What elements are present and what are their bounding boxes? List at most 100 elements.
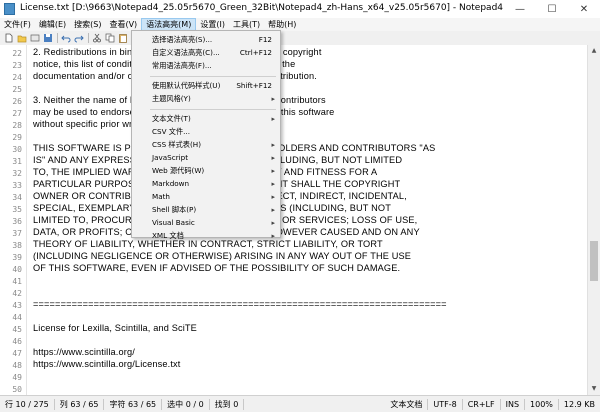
line-text: (INCLUDING NEGLIGENCE OR OTHERWISE) ARIS… [33,251,412,261]
undo-icon[interactable] [61,33,71,43]
dropdown-menu-item[interactable]: 文本文件(T) ▸ [132,113,280,125]
menu-item-shortcut: F12 [258,35,272,44]
menu-item-label: XML 文档 [152,231,184,240]
dropdown-menu-item[interactable]: Markdown ▸ [132,178,280,190]
new-file-icon[interactable] [4,33,14,43]
line-number: 45 [12,325,22,334]
menu-item-label: Markdown [152,179,190,188]
menu-item-label: JavaScript [152,153,189,162]
menu-item-label: Math [152,192,170,201]
submenu-arrow-icon: ▸ [271,115,275,123]
dropdown-menu-item[interactable]: Visual Basic ▸ [132,217,280,229]
menu-search[interactable]: 搜索(S) [70,18,105,31]
redo-icon[interactable] [74,33,84,43]
submenu-arrow-icon: ▸ [271,95,275,103]
submenu-arrow-icon: ▸ [271,193,275,201]
text-line: 32TO, THE IMPLIED WARRANTIES OF MERCHANT… [0,167,590,179]
dropdown-menu-item[interactable]: 选择语法高亮(S)... F12 [132,34,280,46]
text-line: 38 THEORY OF LIABILITY, WHETHER IN CONTRA… [0,239,590,251]
text-line: 47 https://www.scintilla.org/ [0,347,590,359]
menu-item-label: Shell 脚本(P) [152,205,197,214]
text-line: 31IS" AND ANY EXPRESS OR IMPLIED WARRANT… [0,155,590,167]
line-number: 40 [12,265,22,274]
menu-item-label: 文本文件(T) [152,114,191,123]
menu-item-label: 常用语法高亮(F)... [152,61,212,70]
save-icon[interactable] [43,33,53,43]
dropdown-menu-item[interactable]: Web 源代码(W) ▸ [132,165,280,177]
text-line: 40 OF THIS SOFTWARE, EVEN IF ADVISED OF T… [0,263,590,275]
status-encoding[interactable]: UTF-8 [428,398,463,410]
submenu-arrow-icon: ▸ [271,206,275,214]
dropdown-menu-item[interactable]: 主题风格(Y) ▸ [132,93,280,105]
text-line: 34OWNER OR CONTRIBUTORS BE LIABLE FOR AN… [0,191,590,203]
menu-bar: 文件(F) 编辑(E) 搜索(S) 查看(V) 语法高亮(M) 设置(I) 工具… [0,18,600,31]
status-zoom[interactable]: 100% [525,398,559,410]
text-line: 36LIMITED TO, PROCUREMENT OF SUBSTITUTE … [0,215,590,227]
dropdown-menu-item[interactable]: Math ▸ [132,191,280,203]
dropdown-menu-item[interactable]: 常用语法高亮(F)... [132,60,280,72]
copy-icon[interactable] [105,33,115,43]
dropdown-menu-item[interactable]: 使用默认代码样式(U) Shift+F12 [132,80,280,92]
line-number: 41 [12,277,22,286]
dropdown-menu-item[interactable]: JavaScript ▸ [132,152,280,164]
text-line: 29 [0,131,590,143]
status-eol[interactable]: CR+LF [463,398,501,410]
paste-icon[interactable] [118,33,128,43]
menu-item-label: 自定义语法高亮(C)... [152,48,220,57]
line-number: 49 [12,373,22,382]
dropdown-menu-item[interactable]: XML 文档 ▸ [132,230,280,242]
dropdown-menu-item[interactable]: CSS 样式表(H) ▸ [132,139,280,151]
toolbar [0,31,600,46]
scroll-down-arrow-icon[interactable]: ▼ [588,383,600,395]
text-line: 35SPECIAL, EXEMPLARY, OR CONSEQUENTIAL D… [0,203,590,215]
text-line: 28 without specific prior written permiss… [0,119,590,131]
editor-area[interactable]: 222. Redistributions in binary form must… [0,45,600,395]
text-line: 33PARTICULAR PURPOSE ARE DISCLAIMED. IN … [0,179,590,191]
submenu-arrow-icon: ▸ [271,180,275,188]
submenu-arrow-icon: ▸ [271,154,275,162]
text-line: 24documentation and/or other materials p… [0,71,590,83]
scroll-up-arrow-icon[interactable]: ▲ [588,45,600,57]
minimize-button[interactable]: — [504,0,536,18]
cut-icon[interactable] [92,33,102,43]
dropdown-menu-item[interactable]: Shell 脚本(P) ▸ [132,204,280,216]
dropdown-menu-item[interactable]: 自定义语法高亮(C)... Ctrl+F12 [132,47,280,59]
line-number: 39 [12,253,22,262]
line-number: 22 [12,49,22,58]
scrollbar-thumb[interactable] [590,241,598,281]
dropdown-menu-item[interactable]: CSV 文件... [132,126,280,138]
vertical-scrollbar[interactable]: ▲ ▼ [587,45,600,395]
maximize-button[interactable]: ☐ [536,0,568,18]
line-number: 42 [12,289,22,298]
line-number: 33 [12,181,22,190]
line-number: 27 [12,109,22,118]
line-text: https://www.scintilla.org/License.txt [33,359,181,369]
line-number: 37 [12,229,22,238]
line-number: 24 [12,73,22,82]
close-button[interactable]: ✕ [568,0,600,18]
title-bar: License.txt [D:\9663\Notepad4_25.05r5670… [0,0,600,19]
line-number: 44 [12,313,22,322]
line-number: 28 [12,121,22,130]
status-size: 12.9 KB [563,399,595,409]
status-doc-type[interactable]: 文本文档 [385,398,429,410]
menu-file[interactable]: 文件(F) [0,18,35,31]
open-file-icon[interactable] [17,33,27,43]
menu-edit[interactable]: 编辑(E) [35,18,70,31]
status-column: 列 63 / 65 [55,398,105,410]
menu-item-label: 选择语法高亮(S)... [152,35,213,44]
line-text: License for Lexilla, Scintilla, and SciT… [33,323,197,333]
line-number: 29 [12,133,22,142]
status-ins[interactable]: INS [501,398,526,410]
text-line: 222. Redistributions in binary form must… [0,47,590,59]
text-line: 43 ======================================… [0,299,590,311]
browse-icon[interactable] [30,33,40,43]
text-line: 50 [0,383,590,395]
menu-item-label: CSV 文件... [152,127,191,136]
menu-item-label: 使用默认代码样式(U) [152,81,221,90]
line-number: 25 [12,85,22,94]
menu-item-shortcut: Shift+F12 [236,81,272,90]
menu-item-label: 主题风格(Y) [152,94,191,103]
line-number: 32 [12,169,22,178]
status-bar: 行 10 / 275 列 63 / 65 字符 63 / 65 选中 0 / 0… [0,395,600,412]
